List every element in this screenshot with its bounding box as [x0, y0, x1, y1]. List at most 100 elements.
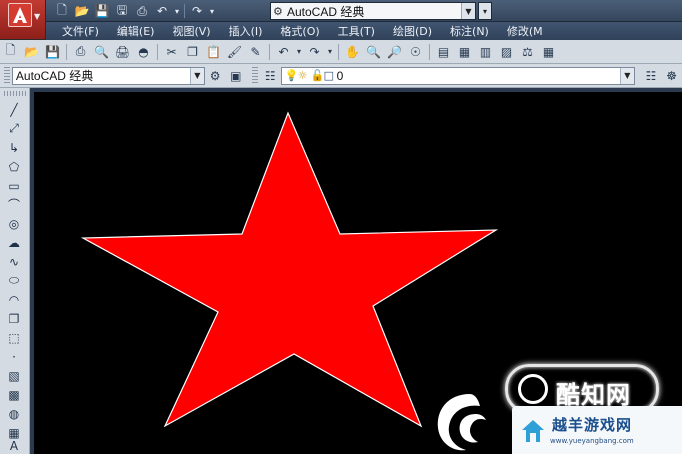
ellipse-tool-icon[interactable]: ⬭	[3, 271, 25, 290]
chevron-down-icon[interactable]: ▼	[619, 67, 634, 84]
layer-previous-icon[interactable]: ☸	[661, 66, 682, 86]
redo-icon[interactable]: ↷	[187, 2, 207, 20]
menu-edit[interactable]: 编辑(E)	[108, 23, 164, 39]
qnew-icon[interactable]: 🗋	[0, 42, 21, 62]
workspace-save-icon[interactable]: ▣	[225, 66, 246, 86]
workspace-layer-toolbar: AutoCAD 经典 ▼ ⚙ ▣ ☷ 💡 ☼ 🔓 □ 0 ▼ ☷ ☸	[0, 64, 682, 88]
hatch-tool-icon[interactable]: ▧	[3, 366, 25, 385]
point-tool-icon[interactable]: ·	[3, 347, 25, 366]
application-menu-button[interactable]: ▼	[0, 0, 46, 40]
print-icon[interactable]: ⎙	[132, 2, 152, 20]
insert-block-tool-icon[interactable]: ❐	[3, 309, 25, 328]
watermark-panel: 越羊游戏网 www.yueyangbang.com	[512, 406, 682, 454]
chevron-down-icon[interactable]: ▼	[461, 3, 475, 19]
zoom-realtime-icon[interactable]: 🔍	[363, 42, 384, 62]
layer-name: 0	[336, 68, 344, 83]
save-icon[interactable]: 💾	[42, 42, 63, 62]
cut-icon[interactable]: ✂	[161, 42, 182, 62]
menu-view[interactable]: 视图(V)	[163, 23, 219, 39]
separator	[269, 43, 270, 60]
autocad-logo-icon	[8, 3, 32, 27]
publish-icon[interactable]: 🖨	[112, 42, 133, 62]
menu-insert[interactable]: 插入(I)	[220, 23, 272, 39]
line-tool-icon[interactable]: ╱	[3, 100, 25, 119]
save-icon[interactable]: 💾	[92, 2, 112, 20]
sheet-set-icon[interactable]: ▨	[496, 42, 517, 62]
workspace-label: AutoCAD 经典	[287, 4, 365, 19]
save-as-icon[interactable]: 🖫	[112, 2, 132, 20]
watermark-url: www.yueyangbang.com	[550, 437, 634, 445]
title-bar: 🗋 📂 💾 🖫 ⎙ ↶ ▾ ↷ ▾ ⚙ AutoCAD 经典 ▼ ▾	[0, 0, 682, 22]
make-object-layer-current-icon[interactable]: ☷	[641, 66, 662, 86]
menu-format[interactable]: 格式(O)	[271, 23, 328, 39]
open-icon[interactable]: 📂	[72, 2, 92, 20]
properties-icon[interactable]: ▤	[433, 42, 454, 62]
construction-line-tool-icon[interactable]: ⤢	[3, 119, 25, 138]
layer-manager-icon[interactable]: ☷	[260, 66, 281, 86]
gradient-tool-icon[interactable]: ▩	[3, 385, 25, 404]
open-icon[interactable]: 📂	[21, 42, 42, 62]
polyline-tool-icon[interactable]: ↳	[3, 138, 25, 157]
pan-icon[interactable]: ✋	[342, 42, 363, 62]
paste-icon[interactable]: 📋	[203, 42, 224, 62]
zoom-previous-icon[interactable]: ☉	[405, 42, 426, 62]
menu-dimension[interactable]: 标注(N)	[441, 23, 498, 39]
quick-access-toolbar: 🗋 📂 💾 🖫 ⎙ ↶ ▾ ↷ ▾	[52, 2, 217, 20]
toolbar-grip[interactable]	[4, 66, 10, 85]
quick-access-customize-button[interactable]: ▾	[478, 2, 492, 20]
arc-tool-icon[interactable]: ⌒	[3, 195, 25, 214]
standard-toolbar: 🗋 📂 💾 ⎙ 🔍 🖨 ◓ ✂ ❐ 📋 🖌 ✎ ↶ ▾ ↷ ▾ ✋ 🔍 🔎 ☉ …	[0, 40, 682, 64]
separator	[429, 43, 430, 60]
new-icon[interactable]: 🗋	[52, 2, 72, 20]
match-properties-icon[interactable]: 🖌	[224, 42, 245, 62]
watermark-title: 越羊游戏网	[552, 416, 633, 434]
multiline-text-tool-icon[interactable]: A	[3, 439, 25, 453]
lightbulb-icon[interactable]: 💡	[285, 69, 299, 82]
workspace-switch-combo[interactable]: ⚙ AutoCAD 经典 ▼	[270, 2, 476, 20]
undo-dropdown-icon[interactable]: ▾	[294, 42, 304, 62]
ellipse-arc-tool-icon[interactable]: ◠	[3, 290, 25, 309]
region-tool-icon[interactable]: ◍	[3, 404, 25, 423]
chevron-down-icon: ▼	[34, 12, 41, 21]
calculator-icon[interactable]: ▦	[538, 42, 559, 62]
tool-palettes-icon[interactable]: ▥	[475, 42, 496, 62]
redo-dropdown-icon[interactable]: ▾	[325, 42, 335, 62]
menu-file[interactable]: 文件(F)	[46, 23, 108, 39]
unlock-icon[interactable]: 🔓	[311, 69, 325, 82]
workspace-combo[interactable]: AutoCAD 经典 ▼	[11, 66, 205, 85]
workspace-settings-icon[interactable]: ⚙	[205, 66, 226, 86]
chevron-down-icon[interactable]: ▼	[189, 67, 204, 84]
menu-draw[interactable]: 绘图(D)	[384, 23, 441, 39]
markup-icon[interactable]: ⚖	[517, 42, 538, 62]
sun-icon[interactable]: ☼	[298, 69, 311, 82]
toolbar-grip[interactable]	[252, 66, 258, 85]
make-block-tool-icon[interactable]: ⬚	[3, 328, 25, 347]
3d-dwf-icon[interactable]: ◓	[133, 42, 154, 62]
menu-tools[interactable]: 工具(T)	[329, 23, 384, 39]
red-star-shape[interactable]	[80, 111, 499, 428]
separator	[184, 4, 185, 18]
undo-icon[interactable]: ↶	[152, 2, 172, 20]
spline-tool-icon[interactable]: ∿	[3, 252, 25, 271]
redo-dropdown-icon[interactable]: ▾	[207, 2, 217, 20]
revision-cloud-tool-icon[interactable]: ☁	[3, 233, 25, 252]
copy-icon[interactable]: ❐	[182, 42, 203, 62]
circle-tool-icon[interactable]: ◎	[3, 214, 25, 233]
swirl-logo-icon	[437, 394, 486, 451]
block-editor-icon[interactable]: ✎	[245, 42, 266, 62]
design-center-icon[interactable]: ▦	[454, 42, 475, 62]
undo-dropdown-icon[interactable]: ▾	[172, 2, 182, 20]
plot-icon[interactable]: ⎙	[70, 42, 91, 62]
zoom-window-icon[interactable]: 🔎	[384, 42, 405, 62]
redo-icon[interactable]: ↷	[304, 42, 325, 62]
plot-preview-icon[interactable]: 🔍	[91, 42, 112, 62]
menu-modify[interactable]: 修改(M	[498, 23, 552, 39]
layer-color-swatch[interactable]: □	[324, 69, 337, 82]
polygon-tool-icon[interactable]: ⬠	[3, 157, 25, 176]
layer-combo[interactable]: 💡 ☼ 🔓 □ 0 ▼	[280, 66, 635, 85]
watermark-badge: 越羊游戏网 www.yueyangbang.com	[430, 388, 682, 454]
gear-icon: ⚙	[273, 4, 283, 18]
undo-icon[interactable]: ↶	[273, 42, 294, 62]
rectangle-tool-icon[interactable]: ▭	[3, 176, 25, 195]
toolbar-grip[interactable]	[4, 91, 26, 96]
